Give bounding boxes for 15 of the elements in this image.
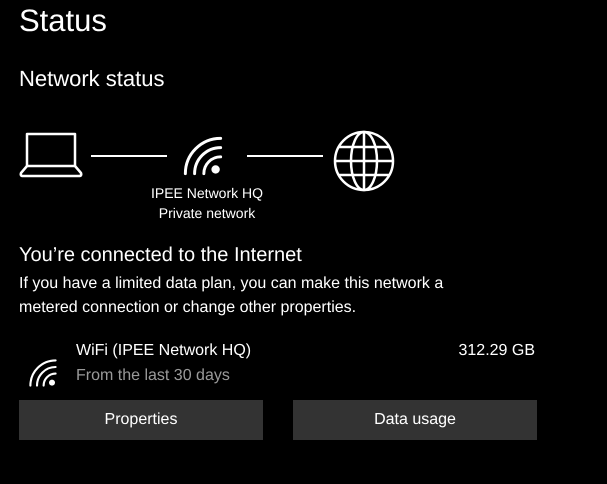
adapter-name: WiFi (IPEE Network HQ) xyxy=(76,341,252,362)
page-title: Status xyxy=(19,2,108,36)
section-title: Network status xyxy=(19,66,166,92)
wifi-icon xyxy=(28,358,58,388)
usage-amount: 312.29 GB xyxy=(458,341,535,362)
usage-period: From the last 30 days xyxy=(76,366,231,386)
laptop-icon xyxy=(19,132,83,178)
network-name: IPEE Network HQ xyxy=(150,184,264,204)
network-type: Private network xyxy=(158,204,256,224)
connection-description: If you have a limited data plan, you can make this network a metered connection or change other properties. xyxy=(19,274,444,318)
wifi-icon xyxy=(182,135,224,178)
connection-heading: You’re connected to the Internet xyxy=(19,243,303,268)
globe-icon xyxy=(333,130,395,192)
properties-button[interactable]: Properties xyxy=(19,400,263,440)
data-usage-button[interactable]: Data usage xyxy=(293,400,537,440)
